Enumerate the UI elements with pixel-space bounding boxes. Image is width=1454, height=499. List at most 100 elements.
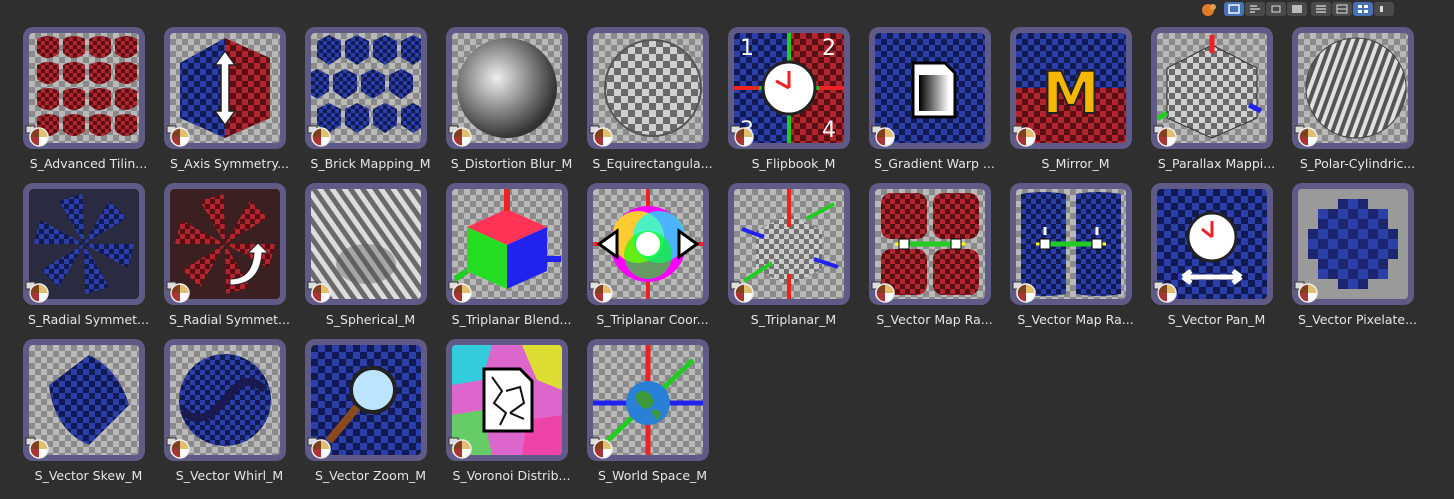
asset-thumbnail[interactable] [1292, 27, 1414, 149]
asset-thumbnail[interactable] [1292, 183, 1414, 305]
asset-thumbnail[interactable] [1151, 183, 1273, 305]
asset-tile[interactable]: S_Radial Symmet... [18, 180, 159, 336]
asset-tile[interactable]: S_Radial Symmet... [159, 180, 300, 336]
material-type-icon [1294, 279, 1318, 303]
asset-label: S_Brick Mapping_M [310, 156, 431, 171]
asset-thumbnail[interactable] [1151, 27, 1273, 149]
filter-icon[interactable] [1200, 2, 1220, 16]
asset-tile[interactable]: S_Advanced Tilin... [18, 24, 159, 180]
material-type-icon [1012, 123, 1036, 147]
material-type-icon [166, 123, 190, 147]
asset-thumbnail[interactable] [728, 183, 850, 305]
asset-label: S_Vector Map Ra... [1017, 312, 1134, 327]
material-type-icon [448, 435, 472, 459]
asset-tile[interactable]: S_Vector Map Ra... [1005, 180, 1146, 336]
view-icon[interactable] [1266, 2, 1286, 16]
asset-label: S_Voronoi Distrib... [452, 468, 571, 483]
asset-thumbnail[interactable]: M [1010, 27, 1132, 149]
svg-text:4: 4 [822, 118, 836, 143]
asset-tile[interactable]: S_Distortion Blur_M [441, 24, 582, 180]
material-type-icon [448, 279, 472, 303]
svg-text:2: 2 [822, 36, 836, 61]
material-type-icon [25, 435, 49, 459]
sort-icon[interactable] [1245, 2, 1265, 16]
list-icon[interactable] [1311, 2, 1331, 16]
asset-label: S_Triplanar Coor... [596, 312, 709, 327]
asset-tile[interactable]: S_Vector Pixelate... [1287, 180, 1428, 336]
asset-thumbnail[interactable] [164, 27, 286, 149]
asset-tile[interactable]: S_Vector Zoom_M [300, 336, 441, 492]
list-detail-icon[interactable] [1332, 2, 1352, 16]
asset-tile[interactable]: S_Vector Whirl_M [159, 336, 300, 492]
asset-thumbnail[interactable] [446, 183, 568, 305]
asset-tile[interactable]: 1 2 3 4 S_Flipbook_M [723, 24, 864, 180]
asset-tile[interactable]: S_Polar-Cylindric... [1287, 24, 1428, 180]
asset-thumbnail[interactable] [869, 27, 991, 149]
asset-grid: S_Advanced Tilin... S_Axis Symmetry... S… [18, 24, 1428, 492]
asset-label: S_Spherical_M [325, 312, 416, 327]
asset-label: S_Distortion Blur_M [450, 156, 573, 171]
asset-thumbnail[interactable] [23, 27, 145, 149]
asset-label: S_Vector Pixelate... [1297, 312, 1418, 327]
asset-thumbnail[interactable] [587, 183, 709, 305]
asset-label: S_Polar-Cylindric... [1299, 156, 1416, 171]
material-type-icon [730, 123, 754, 147]
material-type-icon [25, 279, 49, 303]
asset-label: S_Gradient Warp ... [874, 156, 995, 171]
asset-thumbnail[interactable] [23, 339, 145, 461]
asset-tile[interactable]: S_Equirectangula... [582, 24, 723, 180]
asset-tile[interactable]: S_Triplanar Coor... [582, 180, 723, 336]
asset-thumbnail[interactable] [869, 183, 991, 305]
asset-tile[interactable]: S_Axis Symmetry... [159, 24, 300, 180]
asset-thumbnail[interactable] [446, 27, 568, 149]
material-type-icon [307, 123, 331, 147]
asset-tile[interactable]: S_Vector Pan_M [1146, 180, 1287, 336]
asset-tile[interactable]: S_Parallax Mappi... [1146, 24, 1287, 180]
asset-tile[interactable]: S_Vector Skew_M [18, 336, 159, 492]
material-type-icon [448, 123, 472, 147]
asset-thumbnail[interactable] [164, 183, 286, 305]
asset-thumbnail[interactable] [305, 27, 427, 149]
material-type-icon [589, 123, 613, 147]
asset-label: S_Triplanar Blend... [451, 312, 572, 327]
asset-thumbnail[interactable] [446, 339, 568, 461]
asset-thumbnail[interactable] [305, 183, 427, 305]
asset-thumbnail[interactable]: 1 2 3 4 [728, 27, 850, 149]
asset-tile[interactable]: S_Gradient Warp ... [864, 24, 1005, 180]
material-type-icon [871, 123, 895, 147]
asset-label: S_Flipbook_M [751, 156, 836, 171]
asset-tile[interactable]: S_Triplanar_M [723, 180, 864, 336]
asset-tile[interactable]: S_Voronoi Distrib... [441, 336, 582, 492]
asset-thumbnail[interactable] [587, 27, 709, 149]
asset-tile[interactable]: S_Brick Mapping_M [300, 24, 441, 180]
material-type-icon [1153, 123, 1177, 147]
grid-icon[interactable] [1353, 2, 1373, 16]
material-type-icon [25, 123, 49, 147]
material-type-icon [166, 435, 190, 459]
asset-browser-toolbar [1200, 0, 1454, 18]
material-type-icon [1294, 123, 1318, 147]
asset-thumbnail[interactable] [305, 339, 427, 461]
material-type-icon [307, 279, 331, 303]
asset-tile[interactable]: S_Spherical_M [300, 180, 441, 336]
material-type-icon [307, 435, 331, 459]
material-type-icon [730, 279, 754, 303]
asset-label: S_Vector Pan_M [1167, 312, 1266, 327]
asset-tile[interactable]: S_World Space_M [582, 336, 723, 492]
thumbnail-size-icon[interactable] [1224, 2, 1244, 16]
asset-tile[interactable]: M S_Mirror_M [1005, 24, 1146, 180]
asset-label: S_Mirror_M [1041, 156, 1110, 171]
asset-thumbnail[interactable] [1010, 183, 1132, 305]
asset-label: S_Vector Map Ra... [876, 312, 993, 327]
svg-text:1: 1 [740, 36, 754, 61]
asset-thumbnail[interactable] [164, 339, 286, 461]
asset-label: S_Equirectangula... [592, 156, 713, 171]
asset-tile[interactable]: S_Vector Map Ra... [864, 180, 1005, 336]
asset-thumbnail[interactable] [587, 339, 709, 461]
asset-label: S_Advanced Tilin... [29, 156, 148, 171]
layout-icon[interactable] [1287, 2, 1307, 16]
asset-label: S_Axis Symmetry... [169, 156, 290, 171]
more-icon[interactable] [1374, 2, 1394, 16]
asset-thumbnail[interactable] [23, 183, 145, 305]
asset-tile[interactable]: S_Triplanar Blend... [441, 180, 582, 336]
